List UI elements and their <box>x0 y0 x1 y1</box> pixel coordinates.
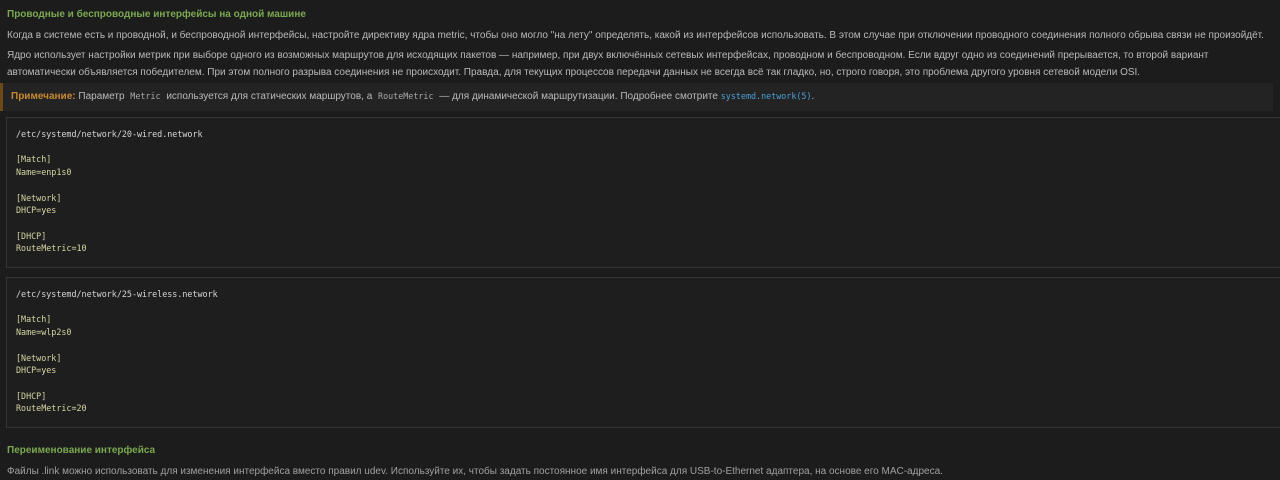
paragraph-metric-intro: Когда в системе есть и проводной, и бесп… <box>7 30 1264 41</box>
paragraph-rename-partial: Файлы .link можно использовать для измен… <box>7 466 943 477</box>
inline-code-routemetric: RouteMetric <box>378 91 434 101</box>
section-heading-wired-wireless: Проводные и беспроводные интерфейсы на о… <box>7 9 306 20</box>
note-text-1: Параметр <box>78 91 125 102</box>
inline-code-metric: Metric <box>130 91 161 101</box>
code-block-body: [Match] Name=wlp2s0 [Network] DHCP=yes [… <box>16 314 87 414</box>
note-text-3: — для динамической маршрутизации. Подроб… <box>439 91 718 102</box>
code-block-path: /etc/systemd/network/20-wired.network <box>16 129 203 139</box>
code-block-body: [Match] Name=enp1s0 [Network] DHCP=yes [… <box>16 154 87 254</box>
code-block-wireless: /etc/systemd/network/25-wireless.network… <box>6 277 1280 428</box>
note-box: Примечание: Параметр Metric используется… <box>0 83 1273 111</box>
section-heading-rename-interface: Переименование интерфейса <box>7 445 156 456</box>
note-label: Примечание: <box>11 91 76 102</box>
paragraph-kernel-metrics: Ядро использует настройки метрик при выб… <box>7 50 1209 78</box>
code-block-path: /etc/systemd/network/25-wireless.network <box>16 289 218 299</box>
note-text-2: используется для статических маршрутов, … <box>166 91 373 102</box>
link-systemd-network[interactable]: systemd.network(5) <box>721 91 812 101</box>
note-text-4: . <box>811 91 815 102</box>
code-block-wired: /etc/systemd/network/20-wired.network [M… <box>6 117 1280 268</box>
